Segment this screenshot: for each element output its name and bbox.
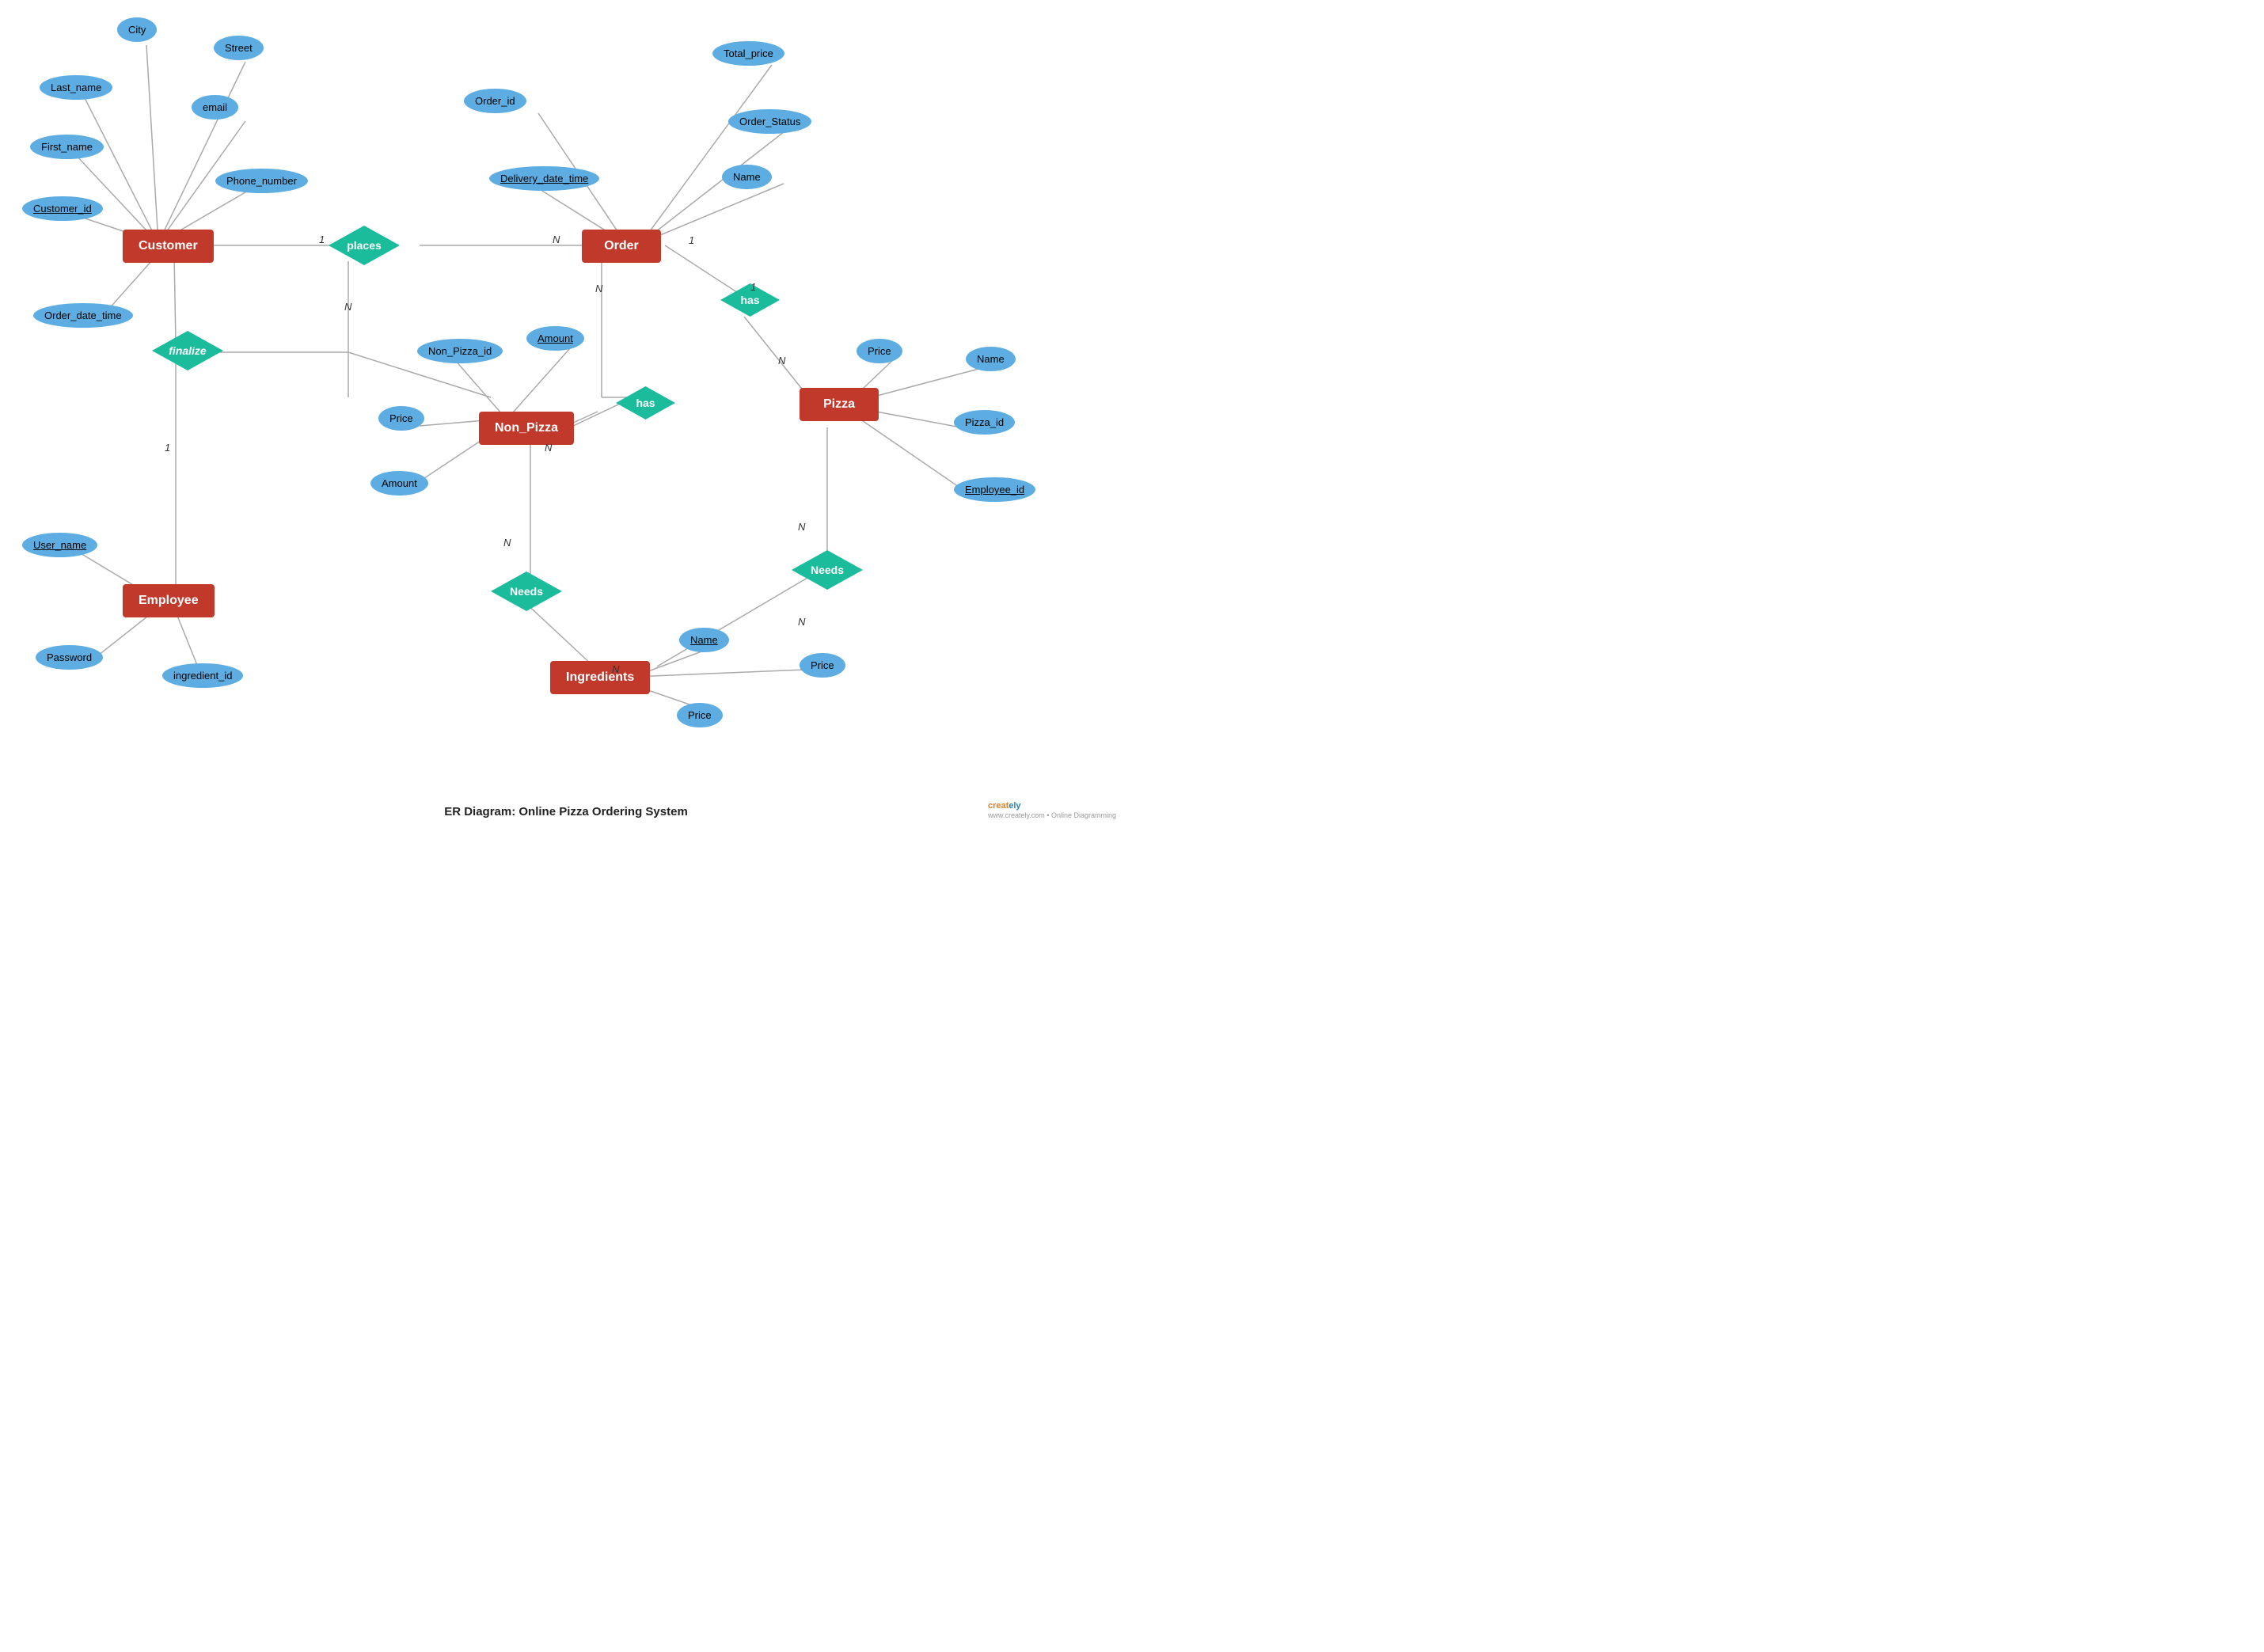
entity-employee: Employee xyxy=(123,584,215,617)
attr-nonpizza-price: Amount xyxy=(370,471,428,496)
footer-title: ER Diagram: Online Pizza Ordering System xyxy=(0,805,1132,818)
entity-pizza: Pizza xyxy=(800,388,879,421)
attr-password: ingredient_id xyxy=(162,663,243,688)
creately-logo: creately www.creately.com • Online Diagr… xyxy=(988,801,1116,820)
entity-nonpizza: Non_Pizza xyxy=(479,412,574,445)
relation-finalize: finalize xyxy=(152,331,223,370)
attr-house-number: email xyxy=(192,95,238,120)
attr-first-name: First_name xyxy=(30,135,104,159)
label-n-nonpizza-needs: N xyxy=(503,537,511,549)
label-1-order-has: 1 xyxy=(689,234,694,246)
label-n-ingredients-from-pizza: N xyxy=(798,616,805,628)
attr-order-date-time: Order_id xyxy=(464,89,526,113)
attr-nonpizza-amount: Price xyxy=(378,406,424,431)
attr-phone-number: Order_date_time xyxy=(33,303,133,328)
attr-last-name: Last_name xyxy=(40,75,112,100)
label-n-has-pizza: N xyxy=(778,355,785,366)
attr-email: Phone_number xyxy=(215,169,308,193)
attr-ingredient-name: Price xyxy=(800,653,845,678)
attr-pizza-amount: Price xyxy=(857,339,902,363)
entity-customer: Customer xyxy=(123,230,214,263)
attr-user-name: Password xyxy=(36,645,103,670)
attr-delivery-date-time: Total_price xyxy=(712,41,784,66)
attr-pizza-price: Name xyxy=(966,347,1016,371)
label-n-pizza-needs: N xyxy=(798,521,805,533)
relation-places: places xyxy=(329,226,400,265)
attr-pizza-id: Employee_id xyxy=(954,477,1035,502)
label-n-nonpizza-has: N xyxy=(545,442,552,454)
label-1-finalize-employee: 1 xyxy=(165,442,170,454)
attr-non-pizza-id: Amount xyxy=(526,326,584,351)
relation-has-nonpizza: has xyxy=(616,386,675,420)
entity-order: Order xyxy=(582,230,661,263)
label-n-ingredients-from-nonpizza: N xyxy=(612,663,619,675)
entity-ingredients: Ingredients xyxy=(550,661,650,694)
label-n-has-nonpizza: N xyxy=(595,283,602,294)
label-n-places-order: N xyxy=(553,234,560,245)
label-n-finalize: N xyxy=(344,301,351,313)
attr-nonpizza-name: Non_Pizza_id xyxy=(417,339,503,363)
attr-employee-id: User_name xyxy=(22,533,97,557)
attr-street: Street xyxy=(214,36,264,60)
attr-city: City xyxy=(117,17,157,42)
diagram-container: Customer Order Non_Pizza Pizza Employee … xyxy=(0,0,1132,784)
relation-needs-nonpizza: Needs xyxy=(491,572,562,611)
attr-customer-id: Customer_id xyxy=(22,196,103,221)
attr-pizza-name: Pizza_id xyxy=(954,410,1015,435)
attr-order-id: Delivery_date_time xyxy=(489,166,599,191)
label-1-has-pizza: 1 xyxy=(750,281,756,293)
attr-order-status: Name xyxy=(722,165,772,189)
attr-ingredient-price: Price xyxy=(677,703,723,727)
attr-ingredient-id: Name xyxy=(679,628,729,652)
attr-total-price: Order_Status xyxy=(728,109,811,134)
label-1-places-customer: 1 xyxy=(319,234,325,245)
relation-needs-pizza: Needs xyxy=(792,550,863,590)
